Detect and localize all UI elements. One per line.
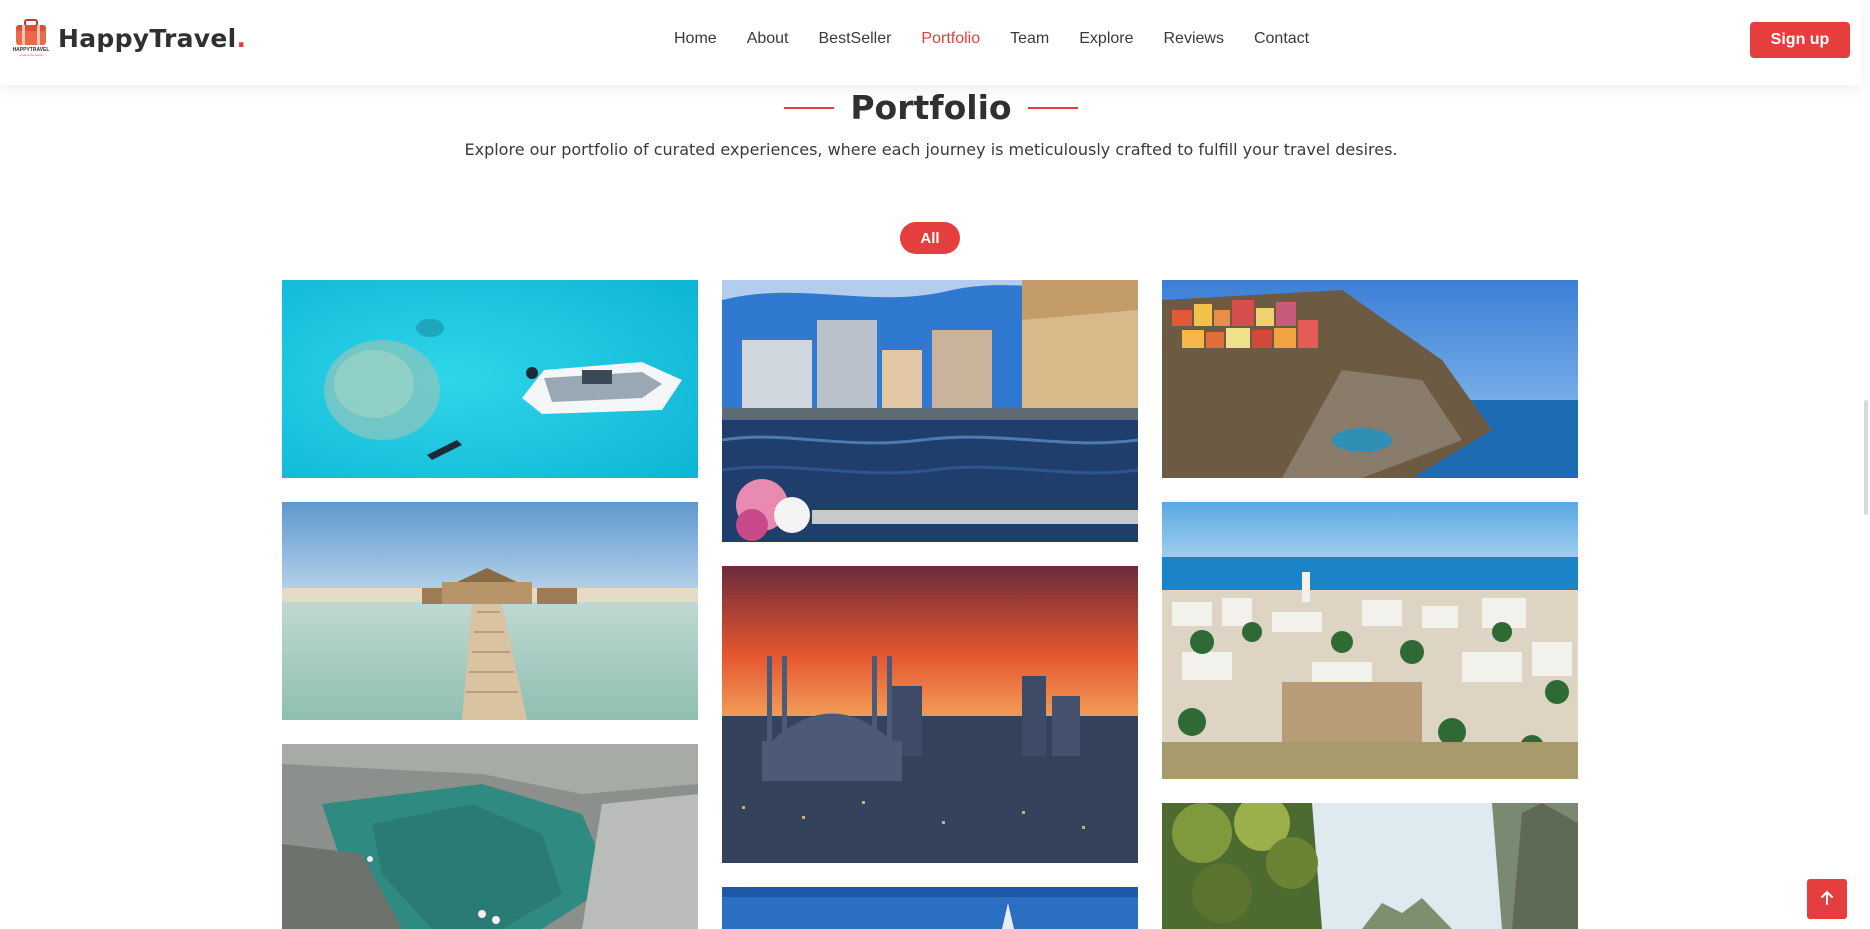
nav-portfolio[interactable]: Portfolio [921, 30, 980, 48]
signup-button[interactable]: Sign up [1750, 22, 1850, 58]
suitcase-icon: HAPPYTRAVEL explore the world [12, 18, 50, 58]
nav-explore[interactable]: Explore [1079, 30, 1133, 48]
title-line-right [1027, 106, 1078, 109]
brand-name: HappyTravel. [58, 23, 247, 53]
main-nav: Home About BestSeller Portfolio Team Exp… [674, 30, 1339, 48]
nav-team[interactable]: Team [1010, 30, 1049, 48]
back-to-top-button[interactable] [1807, 879, 1847, 919]
portfolio-image-white-town-seaside[interactable] [1162, 502, 1578, 779]
portfolio-image-green-lake-canyon[interactable] [282, 744, 698, 929]
nav-about[interactable]: About [747, 30, 789, 48]
portfolio-image-blue-sky-tower[interactable] [722, 887, 1138, 929]
portfolio-image-beach-hut-pier[interactable] [282, 502, 698, 720]
nav-contact[interactable]: Contact [1254, 30, 1309, 48]
portfolio-image-sunset-mosque-city[interactable] [722, 566, 1138, 863]
portfolio-image-turquoise-sea-boat[interactable] [282, 280, 698, 478]
filter-all-button[interactable]: All [900, 222, 960, 254]
title-line-left [784, 106, 835, 109]
portfolio-image-tropical-jungle-cliffs[interactable] [1162, 803, 1578, 929]
scrollbar-thumb[interactable] [1864, 400, 1868, 515]
nav-reviews[interactable]: Reviews [1164, 30, 1224, 48]
nav-bestseller[interactable]: BestSeller [819, 30, 892, 48]
logo-tagline: explore the world [20, 53, 43, 57]
portfolio-heading: Portfolio [0, 88, 1862, 127]
arrow-up-icon [1819, 890, 1835, 909]
portfolio-image-harbor-city-canal[interactable] [722, 280, 1138, 542]
portfolio-image-colorful-cliff-village[interactable] [1162, 280, 1578, 478]
portfolio-title: Portfolio [850, 88, 1012, 127]
nav-home[interactable]: Home [674, 30, 717, 48]
brand-logo[interactable]: HAPPYTRAVEL explore the world HappyTrave… [12, 18, 246, 58]
site-header: HAPPYTRAVEL explore the world HappyTrave… [0, 0, 1862, 85]
brand-dot: . [236, 23, 247, 53]
portfolio-subtitle: Explore our portfolio of curated experie… [464, 140, 1398, 159]
